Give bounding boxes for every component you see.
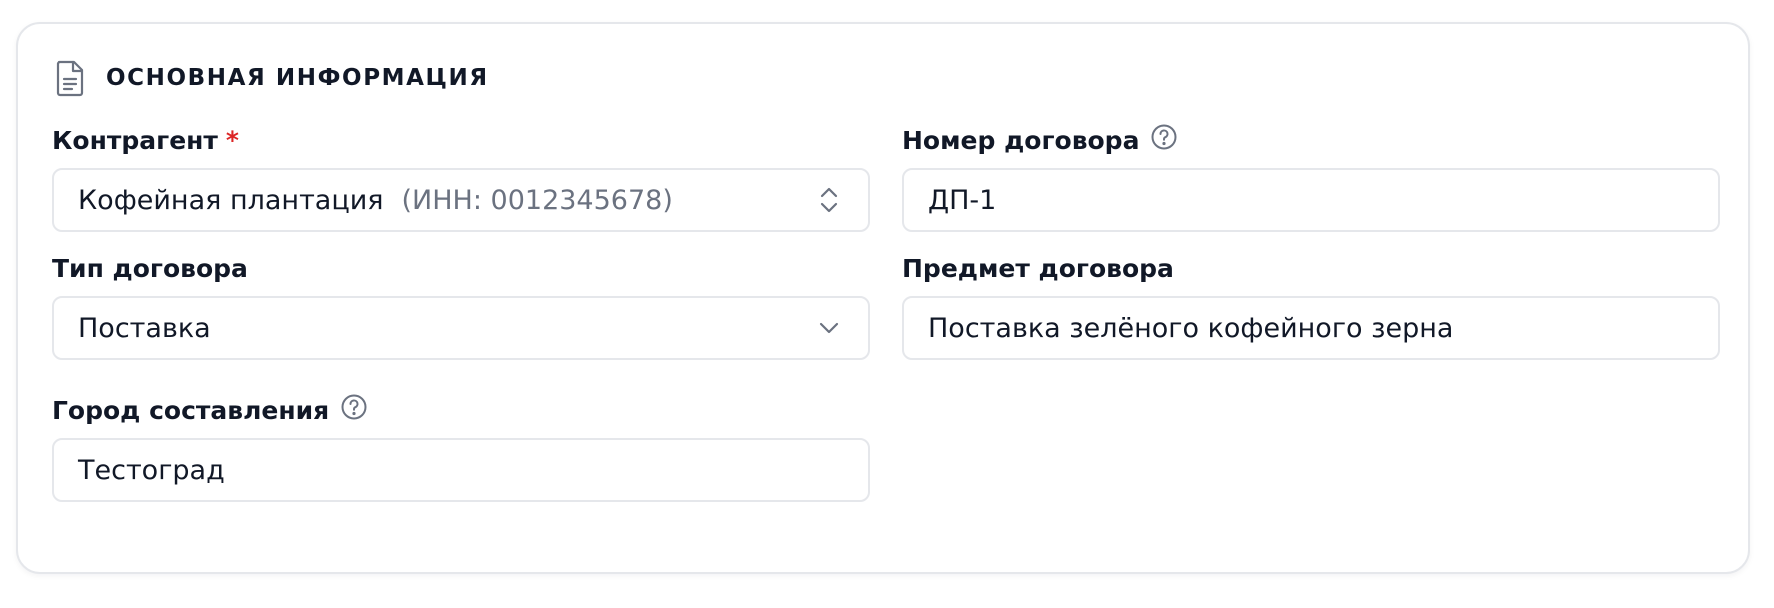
chevron-down-icon: [816, 313, 842, 343]
counterparty-label-row: Контрагент *: [52, 122, 870, 158]
city-value: Тестоград: [78, 454, 225, 486]
section-title: ОСНОВНАЯ ИНФОРМАЦИЯ: [106, 65, 489, 91]
contract-number-label-row: Номер договора: [902, 122, 1720, 158]
city-input[interactable]: Тестоград: [52, 438, 870, 502]
contract-number-field: Номер договора ДП-1: [902, 122, 1720, 232]
counterparty-inn-hint: (ИНН: 0012345678): [401, 184, 673, 216]
contract-type-select[interactable]: Поставка: [52, 296, 870, 360]
required-mark: *: [225, 125, 239, 155]
contract-type-field: Тип договора Поставка: [52, 250, 870, 360]
counterparty-select[interactable]: Кофейная плантация (ИНН: 0012345678): [52, 168, 870, 232]
contract-number-value: ДП-1: [928, 184, 997, 216]
contract-type-label-row: Тип договора: [52, 250, 870, 286]
counterparty-field: Контрагент * Кофейная плантация (ИНН: 00…: [52, 122, 870, 232]
contract-subject-input[interactable]: Поставка зелёного кофейного зерна: [902, 296, 1720, 360]
contract-subject-label: Предмет договора: [902, 253, 1174, 283]
chevron-up-down-icon: [816, 185, 842, 215]
contract-number-input[interactable]: ДП-1: [902, 168, 1720, 232]
contract-subject-label-row: Предмет договора: [902, 250, 1720, 286]
question-circle-icon[interactable]: [1149, 122, 1179, 152]
contract-type-value: Поставка: [78, 312, 211, 344]
contract-type-label: Тип договора: [52, 253, 248, 283]
counterparty-label: Контрагент: [52, 125, 218, 155]
contract-subject-field: Предмет договора Поставка зелёного кофей…: [902, 250, 1720, 360]
card-header: ОСНОВНАЯ ИНФОРМАЦИЯ: [52, 58, 489, 98]
contract-number-label: Номер договора: [902, 125, 1140, 155]
document-icon: [52, 58, 88, 98]
basic-info-card: ОСНОВНАЯ ИНФОРМАЦИЯ Контрагент * Кофейна…: [16, 22, 1750, 574]
contract-subject-value: Поставка зелёного кофейного зерна: [928, 312, 1454, 344]
city-label-row: Город составления: [52, 392, 870, 428]
counterparty-value: Кофейная плантация: [78, 184, 384, 216]
city-field: Город составления Тестоград: [52, 392, 870, 502]
city-label: Город составления: [52, 395, 330, 425]
question-circle-icon[interactable]: [339, 392, 369, 422]
